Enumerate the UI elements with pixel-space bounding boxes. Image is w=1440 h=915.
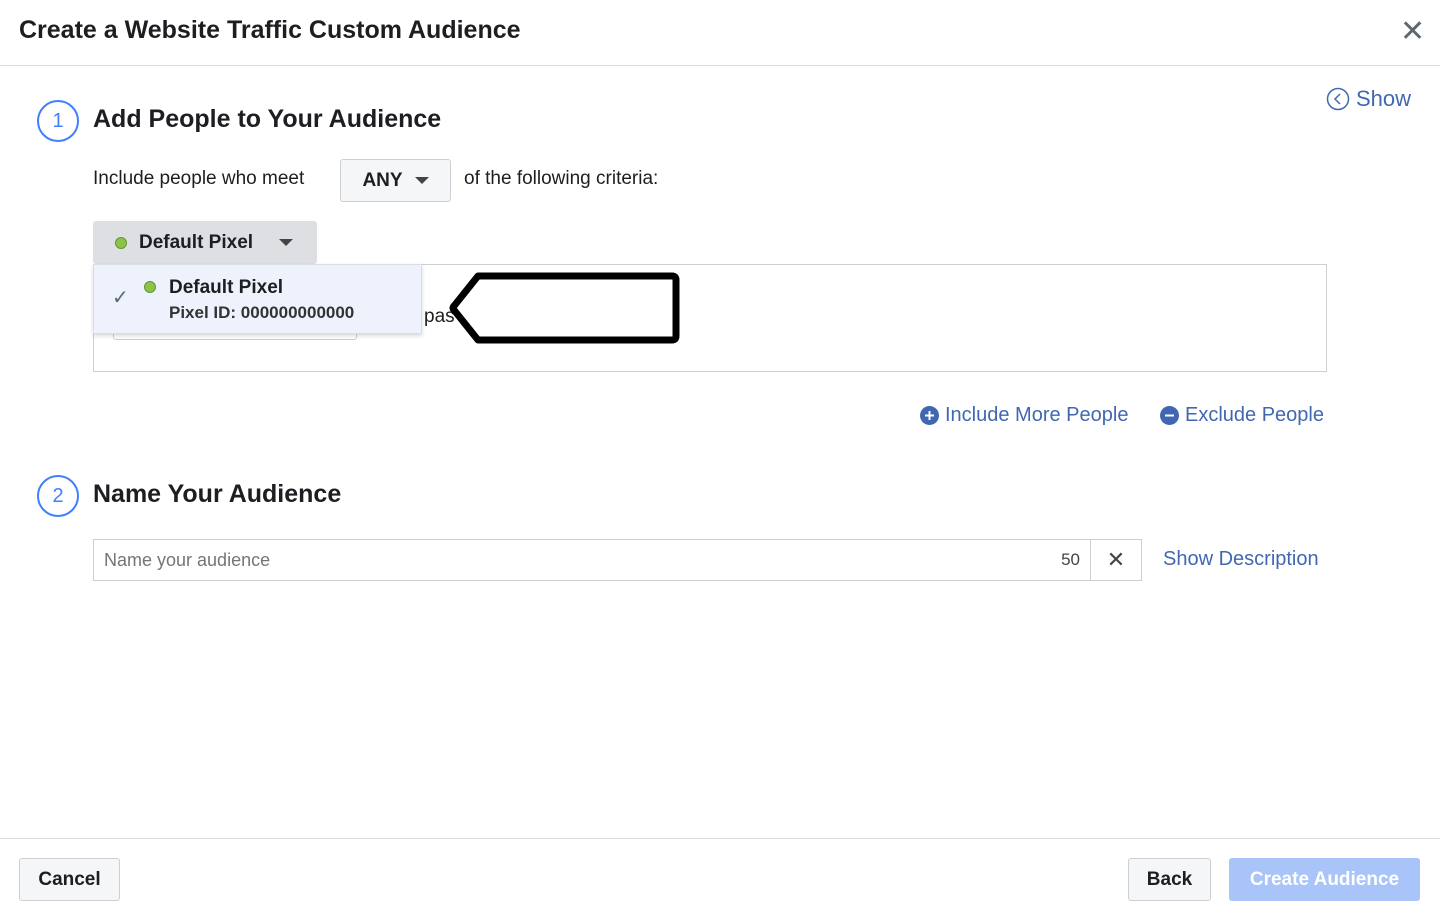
dialog-title: Create a Website Traffic Custom Audience [19, 16, 521, 44]
plus-circle-icon [920, 406, 939, 425]
audience-name-field: 50 ✕ [93, 539, 1142, 581]
caret-down-icon [279, 239, 294, 246]
chevron-left-circle-icon [1326, 87, 1350, 111]
match-type-value: ANY [362, 169, 403, 191]
include-suffix: of the following criteria: [464, 168, 659, 189]
minus-circle-icon [1160, 406, 1179, 425]
status-dot-icon [144, 281, 156, 293]
back-button[interactable]: Back [1128, 858, 1211, 901]
show-label: Show [1356, 86, 1412, 111]
include-prefix: Include people who meet [93, 168, 305, 189]
step-2-title: Name Your Audience [93, 480, 342, 508]
dialog-footer [0, 838, 1440, 839]
audience-name-input[interactable] [94, 540, 1062, 580]
match-type-dropdown[interactable]: ANY [340, 159, 451, 202]
char-count: 50 [1061, 550, 1080, 569]
pixel-dropdown-menu[interactable]: ✓ Default Pixel Pixel ID: 000000000000 [93, 264, 422, 334]
exclude-label: Exclude People [1185, 404, 1324, 426]
step-1-badge: 1 [37, 100, 79, 142]
pixel-option-id: Pixel ID: 000000000000 [169, 303, 355, 322]
show-button[interactable]: Show [1326, 86, 1411, 112]
close-icon[interactable]: ✕ [1400, 14, 1425, 49]
step-2-badge: 2 [37, 475, 79, 517]
cancel-button[interactable]: Cancel [19, 858, 120, 901]
annotation-arrow-shape [449, 272, 680, 344]
show-description-link[interactable]: Show Description [1163, 548, 1319, 571]
include-more-label: Include More People [945, 404, 1129, 426]
caret-down-icon [414, 177, 429, 184]
status-dot-icon [115, 236, 127, 249]
pixel-selector[interactable]: Default Pixel [93, 221, 317, 264]
step-1-title: Add People to Your Audience [93, 105, 442, 133]
pixel-selector-label: Default Pixel [139, 231, 254, 253]
exclude-people-button[interactable]: Exclude People [1160, 404, 1324, 427]
check-icon: ✓ [112, 287, 129, 309]
clear-icon[interactable]: ✕ [1090, 540, 1141, 580]
include-more-people-button[interactable]: Include More People [920, 404, 1128, 427]
create-audience-button[interactable]: Create Audience [1229, 858, 1420, 901]
pixel-option-name: Default Pixel [169, 277, 284, 298]
